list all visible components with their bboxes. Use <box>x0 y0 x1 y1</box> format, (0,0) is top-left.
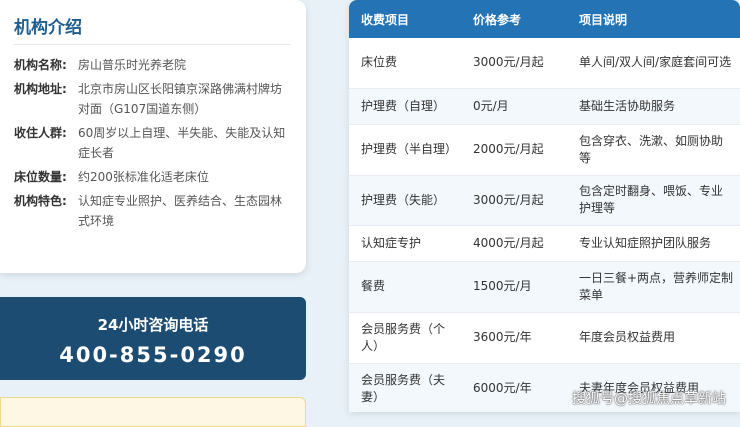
fee-table: 收费项目 价格参考 项目说明 床位费 3000元/月起 单人间/双人间/家庭套间… <box>349 0 740 412</box>
phone-number-link[interactable]: 400-855-0290 <box>0 342 306 368</box>
intro-row-features: 机构特色: 认知症专业照护、医养结合、生态园林式环境 <box>14 191 292 231</box>
fee-desc: 包含穿衣、洗漱、如厕协助等 <box>567 124 740 176</box>
fee-desc: 基础生活协助服务 <box>567 88 740 125</box>
fee-header-row: 收费项目 价格参考 项目说明 <box>349 0 740 38</box>
fee-desc: 单人间/双人间/家庭套间可选 <box>567 38 740 89</box>
fee-row: 床位费 3000元/月起 单人间/双人间/家庭套间可选 <box>349 38 740 89</box>
watermark: 搜狐号@搜狐焦点草新站 <box>572 391 726 407</box>
intro-row-name: 机构名称: 房山普乐时光养老院 <box>14 55 292 75</box>
note-card <box>0 397 306 427</box>
fee-price: 2000元/月起 <box>461 124 567 176</box>
fee-item: 餐费 <box>349 261 461 313</box>
intro-label: 机构特色: <box>14 194 67 208</box>
fee-item: 会员服务费（夫妻） <box>349 363 461 412</box>
intro-value: 北京市房山区长阳镇京深路佛满村牌坊对面（G107国道东侧） <box>78 82 283 116</box>
intro-value: 约200张标准化适老床位 <box>78 170 209 184</box>
header-desc: 项目说明 <box>567 0 740 38</box>
fee-desc: 专业认知症照护团队服务 <box>567 225 740 262</box>
intro-row-address: 机构地址: 北京市房山区长阳镇京深路佛满村牌坊对面（G107国道东侧） <box>14 79 292 119</box>
header-price: 价格参考 <box>461 0 567 38</box>
intro-title: 机构介绍 <box>14 18 82 38</box>
header-item: 收费项目 <box>349 0 461 38</box>
fee-item: 护理费（半自理） <box>349 124 461 176</box>
fee-price: 3600元/年 <box>461 312 567 364</box>
phone-title: 24小时咨询电话 <box>97 316 209 334</box>
intro-value: 认知症专业照护、医养结合、生态园林式环境 <box>78 194 283 228</box>
fee-row: 会员服务费（个人） 3600元/年 年度会员权益费用 <box>349 312 740 364</box>
fee-price: 0元/月 <box>461 88 567 125</box>
divider <box>14 44 290 45</box>
fee-desc: 年度会员权益费用 <box>567 312 740 364</box>
intro-row-beds: 床位数量: 约200张标准化适老床位 <box>14 167 292 187</box>
fee-item: 护理费（自理） <box>349 88 461 125</box>
fee-price: 3000元/月起 <box>461 38 567 89</box>
intro-value: 房山普乐时光养老院 <box>78 58 187 72</box>
fee-desc: 包含定时翻身、喂饭、专业护理等 <box>567 175 740 226</box>
intro-card: 机构介绍 机构名称: 房山普乐时光养老院 机构地址: 北京市房山区长阳镇京深路佛… <box>0 0 306 273</box>
fee-price: 1500元/月 <box>461 261 567 313</box>
fee-price: 6000元/年 <box>461 363 567 412</box>
intro-value: 60周岁以上自理、半失能、失能及认知症长者 <box>78 126 286 160</box>
intro-row-residents: 收住人群: 60周岁以上自理、半失能、失能及认知症长者 <box>14 123 292 163</box>
intro-label: 机构名称: <box>14 58 67 72</box>
fee-item: 床位费 <box>349 38 461 89</box>
fee-item: 认知症专护 <box>349 225 461 262</box>
intro-label: 收住人群: <box>14 126 67 140</box>
fee-row: 护理费（失能） 3000元/月起 包含定时翻身、喂饭、专业护理等 <box>349 175 740 226</box>
fee-price: 3000元/月起 <box>461 175 567 226</box>
fee-desc: 一日三餐+两点，营养师定制菜单 <box>567 261 740 313</box>
phone-card: 24小时咨询电话 400-855-0290 <box>0 297 306 380</box>
intro-label: 机构地址: <box>14 82 67 96</box>
fee-price: 4000元/月起 <box>461 225 567 262</box>
intro-label: 床位数量: <box>14 170 67 184</box>
fee-row: 护理费（自理） 0元/月 基础生活协助服务 <box>349 88 740 125</box>
fee-item: 会员服务费（个人） <box>349 312 461 364</box>
fee-row: 认知症专护 4000元/月起 专业认知症照护团队服务 <box>349 225 740 262</box>
fee-row: 餐费 1500元/月 一日三餐+两点，营养师定制菜单 <box>349 261 740 313</box>
fee-item: 护理费（失能） <box>349 175 461 226</box>
fee-row: 护理费（半自理） 2000元/月起 包含穿衣、洗漱、如厕协助等 <box>349 124 740 176</box>
